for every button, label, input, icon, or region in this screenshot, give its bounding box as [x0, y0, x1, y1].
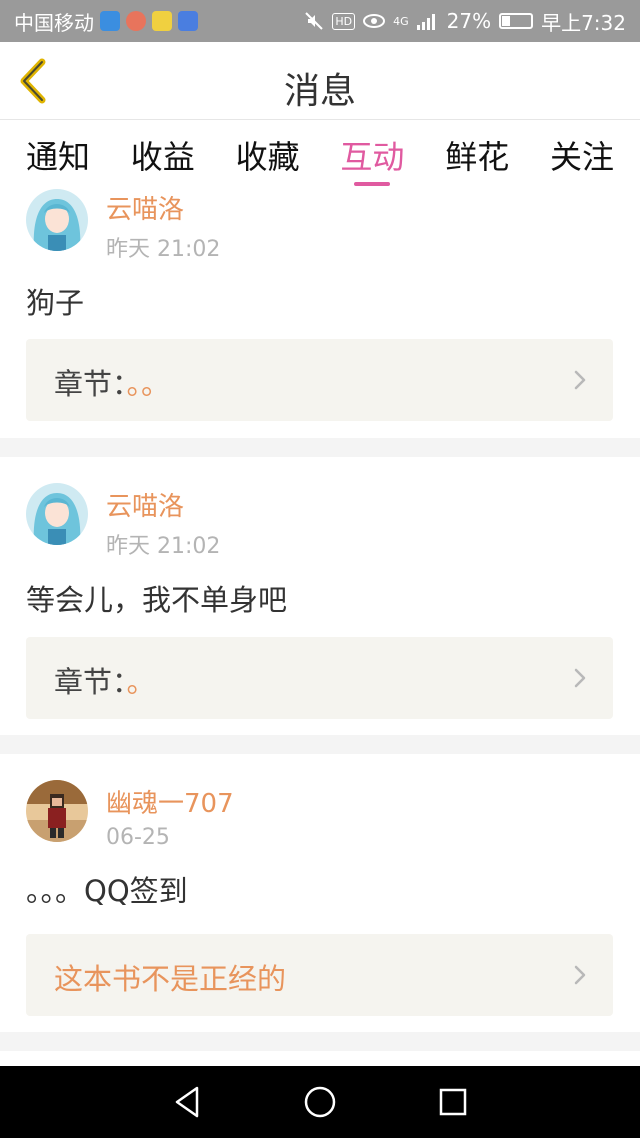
circle-home-icon: [304, 1086, 336, 1118]
square-recent-icon: [440, 1088, 467, 1116]
chapter-value: 。。: [126, 367, 171, 401]
tab-interaction[interactable]: 互动: [340, 121, 404, 189]
tab-bar: 通知 收益 收藏 互动 鲜花 关注: [0, 121, 640, 189]
user-name[interactable]: 幽魂一707: [106, 783, 234, 820]
message-card: 云喵洛 昨天 21:02 等会儿，我不单身吧 章节：。: [0, 457, 640, 735]
signal-icon: [416, 14, 435, 30]
status-bar: 中国移动 HD 4G 27% 早上7:32: [0, 0, 640, 42]
eye-icon: [363, 14, 386, 28]
post-time: 06-25: [106, 825, 170, 850]
baidu-app-icon: [178, 11, 198, 31]
avatar[interactable]: [26, 780, 88, 842]
user-name[interactable]: 云喵洛: [106, 486, 184, 523]
message-card: 云喵洛 昨天 21:02 狗子 章节：。。: [0, 189, 640, 438]
nav-recent-button[interactable]: [433, 1082, 473, 1122]
chat-app-icon: [152, 11, 172, 31]
chevron-right-icon: [574, 668, 586, 688]
system-nav-bar: [0, 1066, 640, 1138]
tab-favorites[interactable]: 收藏: [236, 121, 300, 189]
chapter-label: 章节：。: [54, 665, 156, 699]
book-title: 这本书不是正经的: [54, 962, 287, 996]
shield-app-icon: [100, 11, 120, 31]
nav-back-button[interactable]: [167, 1082, 207, 1122]
chapter-link[interactable]: 章节：。: [26, 637, 613, 719]
battery-percent: 27%: [446, 9, 492, 33]
chapter-label: 章节：。。: [54, 367, 171, 401]
tab-earnings[interactable]: 收益: [131, 121, 195, 189]
triangle-back-icon: [175, 1086, 198, 1118]
network-type: 4G: [393, 14, 409, 28]
chevron-left-icon: [20, 58, 46, 104]
post-text: 等会儿，我不单身吧: [26, 583, 288, 617]
tab-flowers[interactable]: 鲜花: [445, 121, 509, 189]
clock: 早上7:32: [541, 10, 626, 35]
tab-notice[interactable]: 通知: [26, 121, 90, 189]
tab-following[interactable]: 关注: [550, 121, 614, 189]
chapter-link[interactable]: 章节：。。: [26, 339, 613, 421]
hd-badge: HD: [332, 12, 356, 30]
book-link[interactable]: 这本书不是正经的: [26, 934, 613, 1016]
nav-home-button[interactable]: [300, 1082, 340, 1122]
back-button[interactable]: [14, 56, 54, 106]
user-name[interactable]: 云喵洛: [106, 189, 184, 226]
post-text: 狗子: [26, 286, 85, 320]
weibo-app-icon: [126, 11, 146, 31]
carrier-label: 中国移动: [14, 10, 94, 35]
post-time: 昨天 21:02: [106, 534, 221, 559]
chevron-right-icon: [574, 370, 586, 390]
mute-icon: [305, 12, 324, 30]
avatar[interactable]: [26, 483, 88, 545]
post-time: 昨天 21:02: [106, 237, 221, 262]
post-text: 。。。QQ签到: [26, 874, 188, 908]
message-card: [0, 1051, 640, 1066]
avatar[interactable]: [26, 189, 88, 251]
chevron-right-icon: [574, 965, 586, 985]
app-header: 消息: [0, 42, 640, 120]
chapter-value: 。: [126, 665, 156, 699]
message-card: 幽魂一707 06-25 。。。QQ签到 这本书不是正经的: [0, 754, 640, 1032]
page-title: 消息: [283, 71, 356, 112]
message-feed[interactable]: 云喵洛 昨天 21:02 狗子 章节：。。 云喵洛 昨天 21:02 等会儿，我…: [0, 189, 640, 1066]
battery-icon: [499, 13, 534, 29]
